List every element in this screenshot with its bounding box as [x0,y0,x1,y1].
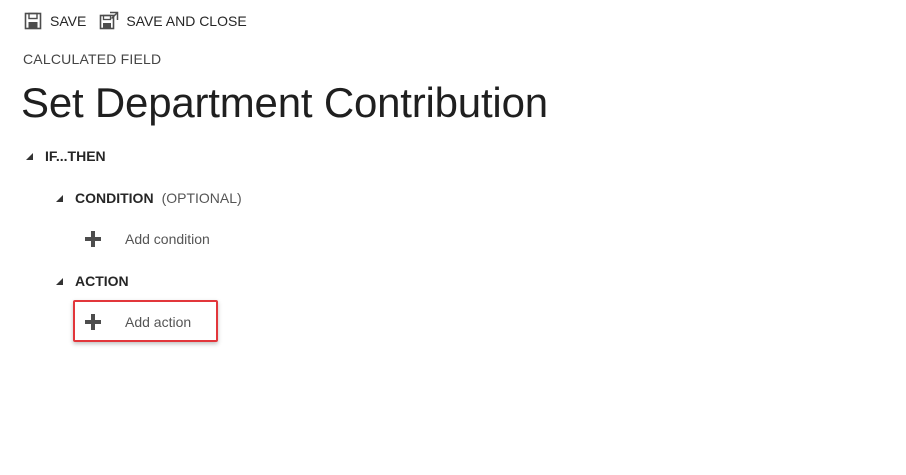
condition-optional-label: (OPTIONAL) [161,190,242,206]
add-action-label: Add action [125,314,192,330]
add-action-button[interactable]: Add action [85,310,191,334]
save-button[interactable]: SAVE [23,11,86,31]
plus-icon [85,231,101,247]
add-condition-button[interactable]: Add condition [85,227,210,251]
save-icon [23,11,43,31]
page-title: Set Department Contribution [21,79,548,126]
if-then-label: IF...THEN [45,148,106,164]
collapse-triangle-icon[interactable] [56,194,63,202]
collapse-triangle-icon[interactable] [56,277,63,285]
save-and-close-label: SAVE AND CLOSE [126,13,247,29]
save-label: SAVE [50,13,87,29]
save-and-close-icon [99,11,119,31]
entity-type-label: CALCULATED FIELD [23,51,162,67]
save-and-close-button[interactable]: SAVE AND CLOSE [99,11,247,31]
action-node: ACTION [56,271,129,291]
condition-node: CONDITION (OPTIONAL) [56,188,242,208]
collapse-triangle-icon[interactable] [26,152,33,160]
if-then-node: IF...THEN [26,146,106,166]
plus-icon [85,314,101,330]
command-bar: SAVE SAVE AND CLOSE [23,11,260,31]
add-condition-label: Add condition [125,231,210,247]
condition-label: CONDITION [75,190,154,206]
action-label: ACTION [75,273,129,289]
